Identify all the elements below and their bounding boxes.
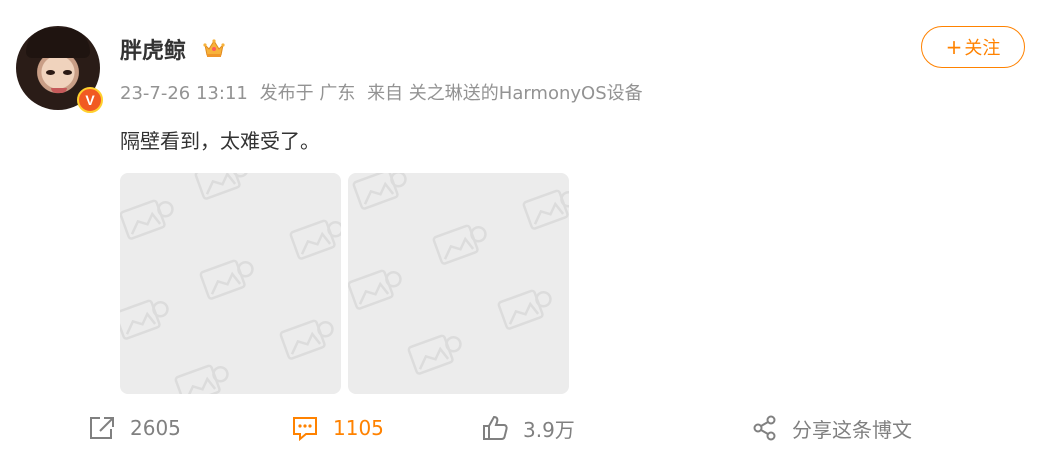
- follow-label: 关注: [964, 38, 1001, 59]
- action-bar: 2605 1105 3.9万 分享这条博文: [0, 408, 1046, 448]
- weibo-post: V 胖虎鲸 + 关注 23-7-26 13:11 发布于 广东 来自 关之琳送的…: [0, 0, 1046, 458]
- post-image-1[interactable]: [120, 173, 341, 394]
- like-count: 3.9万: [523, 417, 575, 442]
- repost-button[interactable]: 2605: [88, 408, 181, 448]
- comment-count: 1105: [333, 416, 384, 440]
- like-button[interactable]: 3.9万: [481, 408, 575, 448]
- image-gallery: [120, 173, 569, 394]
- share-label: 分享这条博文: [792, 417, 912, 442]
- post-time[interactable]: 23-7-26 13:11: [120, 83, 248, 104]
- plus-icon: +: [945, 35, 963, 59]
- thumbs-up-icon: [483, 415, 508, 440]
- post-image-2[interactable]: [348, 173, 569, 394]
- avatar[interactable]: V: [16, 26, 104, 114]
- verified-badge-icon: V: [77, 87, 103, 113]
- post-source: 来自 关之琳送的HarmonyOS设备: [367, 83, 643, 104]
- follow-button[interactable]: + 关注: [921, 26, 1025, 68]
- image-placeholder-icon: [348, 173, 569, 375]
- share-button[interactable]: 分享这条博文: [752, 408, 912, 448]
- comment-icon: [293, 417, 317, 441]
- post-meta: 23-7-26 13:11 发布于 广东 来自 关之琳送的HarmonyOS设备: [120, 79, 649, 105]
- comment-button[interactable]: 1105: [291, 408, 384, 448]
- share-icon: [753, 415, 776, 441]
- post-text: 隔壁看到，太难受了。: [120, 129, 320, 153]
- username[interactable]: 胖虎鲸: [120, 33, 186, 65]
- crown-icon: [203, 39, 225, 57]
- post-location: 发布于 广东: [259, 83, 356, 104]
- repost-icon: [90, 417, 114, 439]
- repost-count: 2605: [130, 416, 181, 440]
- image-placeholder-icon: [120, 173, 341, 394]
